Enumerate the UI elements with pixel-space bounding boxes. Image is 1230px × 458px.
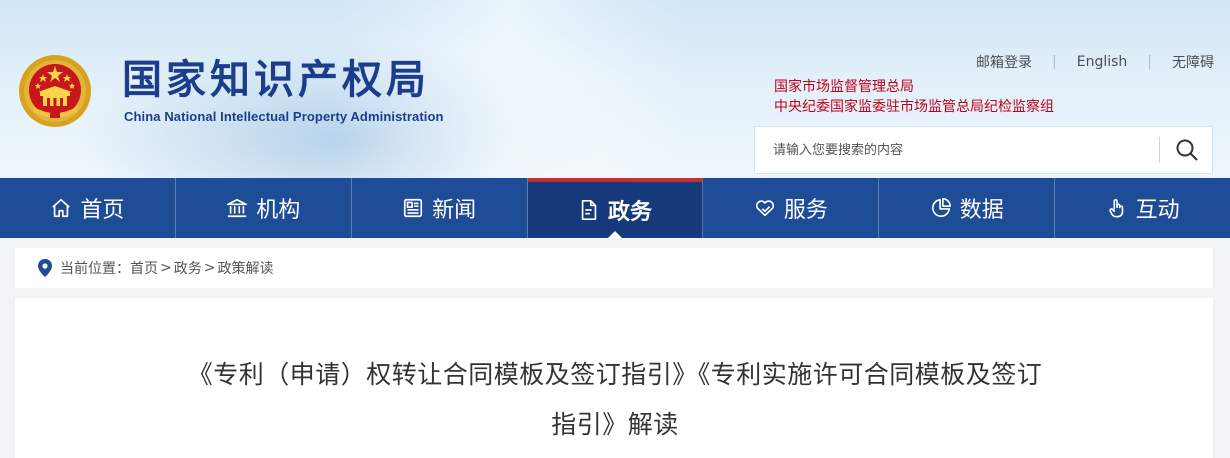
pie-chart-icon <box>931 198 951 218</box>
nav-item-data[interactable]: 数据 <box>879 178 1056 238</box>
nav-item-label: 政务 <box>608 200 653 225</box>
site-header: 国家知识产权局 China National Intellectual Prop… <box>0 0 1230 178</box>
nav-item-home[interactable]: 首页 <box>0 178 176 238</box>
building-icon <box>227 198 248 218</box>
national-emblem-icon[interactable] <box>18 54 92 128</box>
breadcrumb-government-affairs[interactable]: 政务 <box>174 258 202 278</box>
divider: | <box>1147 54 1152 70</box>
nav-item-label: 数据 <box>959 198 1004 223</box>
article-title-line-1: 《专利（申请）权转让合同模板及签订指引》《专利实施许可合同模板及签订 <box>187 360 1043 389</box>
site-subtitle: China National Intellectual Property Adm… <box>124 109 444 124</box>
breadcrumb: 当前位置： 首页 > 政务 > 政策解读 <box>15 248 1213 288</box>
breadcrumb-separator: > <box>160 260 172 276</box>
search-button[interactable] <box>1161 127 1213 173</box>
active-indicator <box>607 231 623 239</box>
mail-login-link[interactable]: 邮箱登录 <box>976 52 1032 72</box>
nav-item-interaction[interactable]: 互动 <box>1055 178 1230 238</box>
samr-link[interactable]: 国家市场监督管理总局 <box>774 77 1054 97</box>
article-title: 《专利（申请）权转让合同模板及签订指引》《专利实施许可合同模板及签订 指引》解读 <box>165 350 1065 450</box>
main-nav: 首页 机构 新闻 政务 服务 数据 互动 <box>0 178 1230 239</box>
breadcrumb-prefix: 当前位置： <box>60 261 130 277</box>
home-icon <box>52 198 71 218</box>
breadcrumb-policy-interpretation[interactable]: 政策解读 <box>217 258 273 278</box>
nav-item-news[interactable]: 新闻 <box>352 178 528 238</box>
top-links: 邮箱登录 | English | 无障碍 <box>976 52 1214 72</box>
nav-item-organization[interactable]: 机构 <box>176 178 352 238</box>
breadcrumb-home[interactable]: 首页 <box>130 258 158 278</box>
nav-item-label: 新闻 <box>432 198 477 223</box>
nav-item-label: 互动 <box>1135 198 1180 223</box>
breadcrumb-separator: > <box>203 260 216 276</box>
search-divider <box>1159 137 1160 163</box>
document-icon <box>581 200 597 220</box>
accessibility-link[interactable]: 无障碍 <box>1172 52 1214 72</box>
nav-item-label: 机构 <box>256 198 301 223</box>
article-container: 《专利（申请）权转让合同模板及签订指引》《专利实施许可合同模板及签订 指引》解读 <box>15 298 1213 458</box>
discipline-inspection-link[interactable]: 中央纪委国家监委驻市场监管总局纪检监察组 <box>774 97 1054 117</box>
nav-item-label: 首页 <box>80 198 125 223</box>
heart-hands-icon <box>755 200 774 217</box>
english-link[interactable]: English <box>1077 54 1128 70</box>
nav-item-services[interactable]: 服务 <box>703 178 880 238</box>
location-pin-icon <box>38 259 52 277</box>
search-icon <box>1176 139 1198 161</box>
newspaper-icon <box>404 198 423 218</box>
search-box <box>754 126 1213 174</box>
nav-item-government-affairs[interactable]: 政务 <box>527 178 704 239</box>
nav-item-label: 服务 <box>783 198 828 223</box>
site-title[interactable]: 国家知识产权局 <box>122 56 430 104</box>
search-input[interactable] <box>755 127 1155 173</box>
affiliate-links: 国家市场监督管理总局 中央纪委国家监委驻市场监管总局纪检监察组 <box>774 77 1054 117</box>
hand-pointer-icon <box>1108 198 1123 218</box>
divider: | <box>1052 54 1057 70</box>
